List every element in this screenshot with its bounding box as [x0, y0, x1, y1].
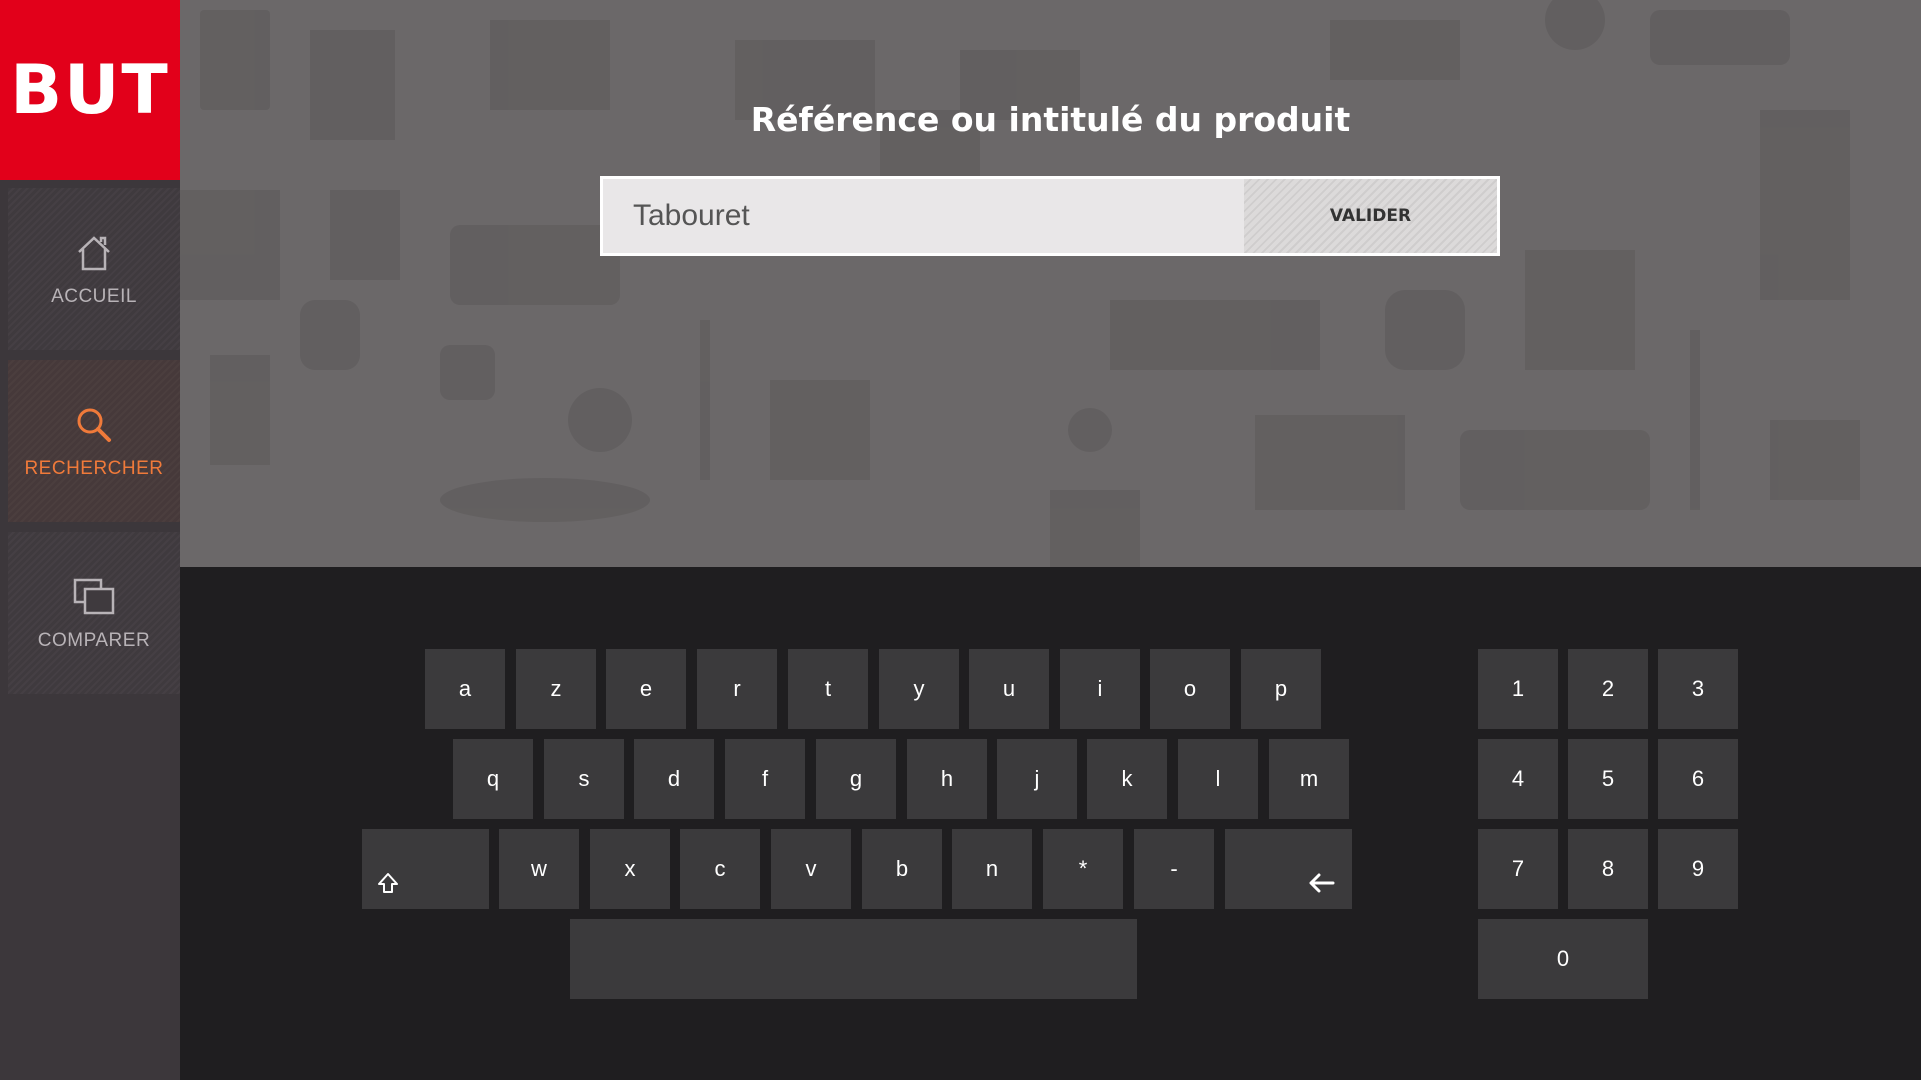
numpad-key-8[interactable]: 8 [1568, 829, 1648, 909]
backspace-key[interactable] [1225, 829, 1352, 909]
search-input[interactable] [603, 179, 1244, 253]
home-icon [78, 236, 110, 271]
sidebar-item-accueil[interactable]: ACCUEIL [8, 188, 180, 350]
sidebar-item-label: RECHERCHER [24, 458, 164, 479]
compare-icon [73, 578, 115, 615]
sidebar-item-comparer[interactable]: COMPARER [8, 532, 180, 694]
key-l[interactable]: l [1178, 739, 1258, 819]
numpad-key-5[interactable]: 5 [1568, 739, 1648, 819]
key-n[interactable]: n [952, 829, 1032, 909]
numpad-key-1[interactable]: 1 [1478, 649, 1558, 729]
key-t[interactable]: t [788, 649, 868, 729]
sidebar-item-label: ACCUEIL [51, 286, 137, 307]
validate-button[interactable]: VALIDER [1244, 179, 1497, 253]
key-v[interactable]: v [771, 829, 851, 909]
key-z[interactable]: z [516, 649, 596, 729]
numpad-key-0[interactable]: 0 [1478, 919, 1648, 999]
key-b[interactable]: b [862, 829, 942, 909]
key-s[interactable]: s [544, 739, 624, 819]
key-u[interactable]: u [969, 649, 1049, 729]
key-f[interactable]: f [725, 739, 805, 819]
backspace-arrow-icon [1309, 873, 1335, 893]
key-h[interactable]: h [907, 739, 987, 819]
numpad-key-2[interactable]: 2 [1568, 649, 1648, 729]
shift-key[interactable] [362, 829, 489, 909]
key-x[interactable]: x [590, 829, 670, 909]
key-d[interactable]: d [634, 739, 714, 819]
key-m[interactable]: m [1269, 739, 1349, 819]
key-k[interactable]: k [1087, 739, 1167, 819]
key-g[interactable]: g [816, 739, 896, 819]
key-y[interactable]: y [879, 649, 959, 729]
key-o[interactable]: o [1150, 649, 1230, 729]
key-i[interactable]: i [1060, 649, 1140, 729]
key-j[interactable]: j [997, 739, 1077, 819]
key-w[interactable]: w [499, 829, 579, 909]
key-q[interactable]: q [453, 739, 533, 819]
numpad-key-4[interactable]: 4 [1478, 739, 1558, 819]
search-title: Référence ou intitulé du produit [750, 100, 1351, 139]
sidebar-item-rechercher[interactable]: RECHERCHER [8, 360, 180, 522]
numpad-key-6[interactable]: 6 [1658, 739, 1738, 819]
sidebar: BUT ACCUEIL RECHERCHER COMPARER [0, 0, 180, 1080]
key-a[interactable]: a [425, 649, 505, 729]
sidebar-item-label: COMPARER [37, 630, 151, 651]
key-asterisk[interactable]: * [1043, 829, 1123, 909]
search-icon [77, 408, 111, 442]
key-r[interactable]: r [697, 649, 777, 729]
furniture-collage [180, 0, 1860, 567]
numpad-key-9[interactable]: 9 [1658, 829, 1738, 909]
numpad-key-3[interactable]: 3 [1658, 649, 1738, 729]
app: Référence ou intitulé du produit VALIDER… [0, 0, 1921, 1080]
shift-icon [378, 873, 398, 893]
brand-logo[interactable]: BUT [0, 0, 180, 180]
search-box: VALIDER [600, 176, 1500, 256]
key-hyphen[interactable]: - [1134, 829, 1214, 909]
key-p[interactable]: p [1241, 649, 1321, 729]
hero-background [180, 0, 1921, 567]
space-key[interactable] [570, 919, 1137, 999]
key-c[interactable]: c [680, 829, 760, 909]
numpad-key-7[interactable]: 7 [1478, 829, 1558, 909]
key-e[interactable]: e [606, 649, 686, 729]
